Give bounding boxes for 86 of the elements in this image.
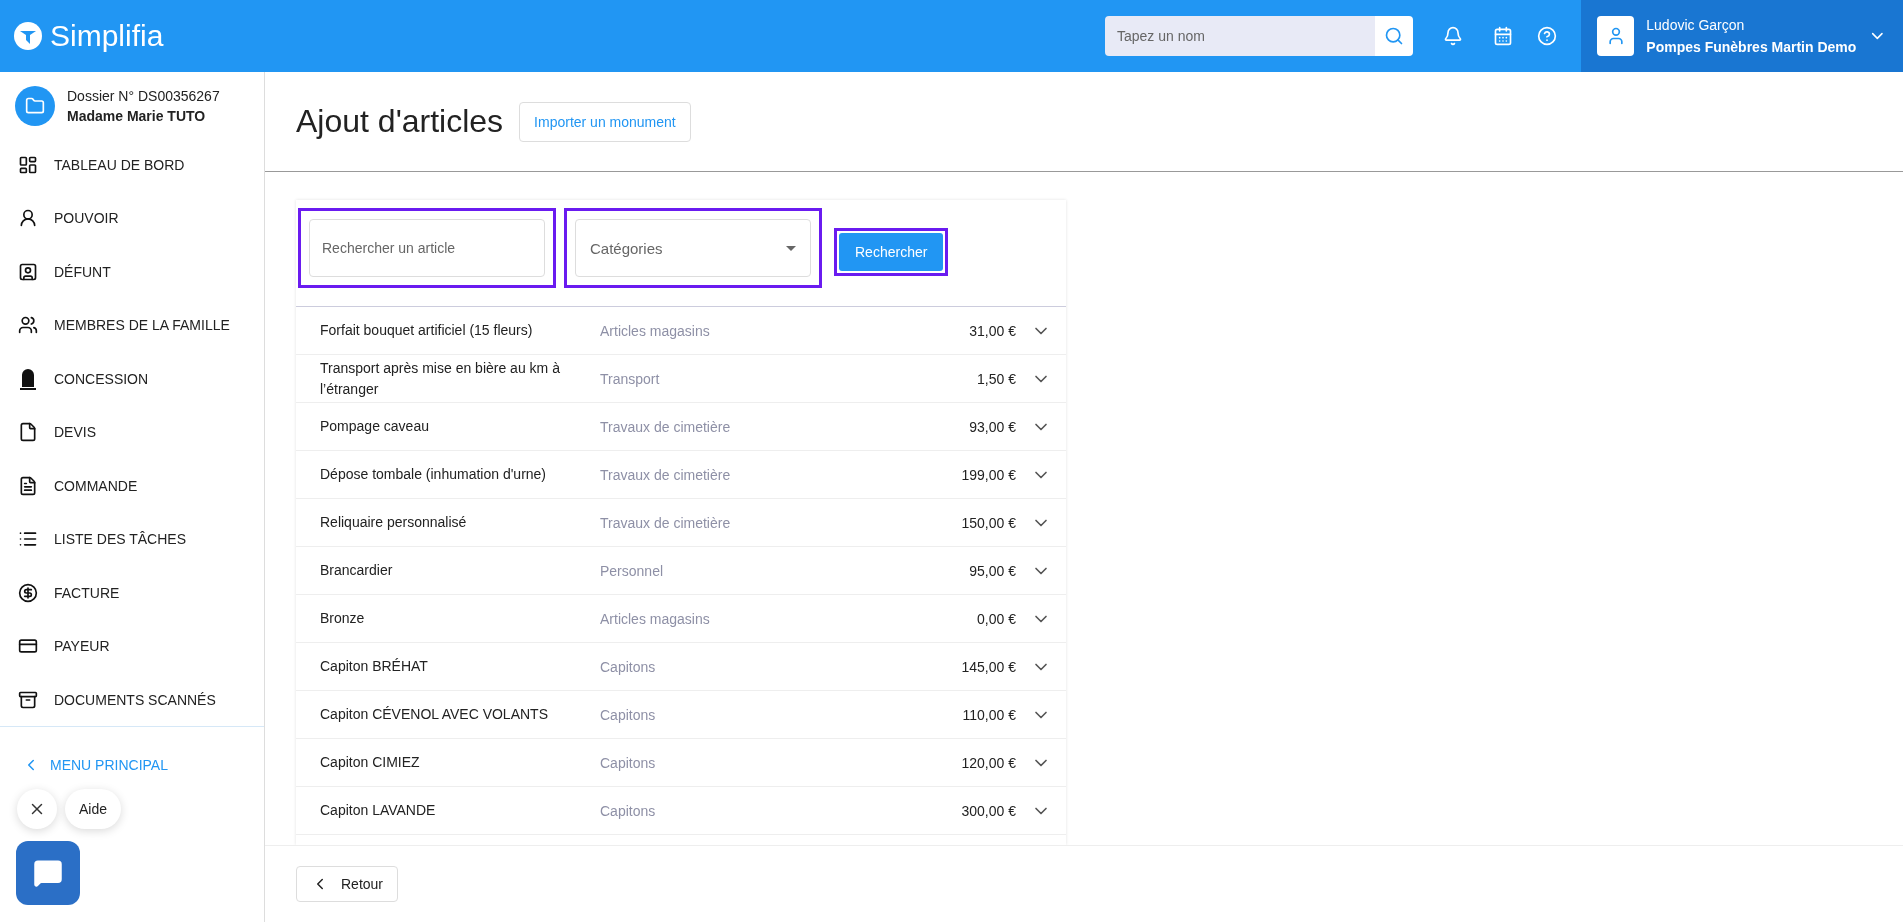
article-price: 199,00 € [960,466,1016,483]
article-name: Bronze [320,609,366,629]
sidebar-item[interactable]: POUVOIR [0,191,264,245]
article-price: 95,00 € [968,562,1016,579]
category-select[interactable]: Catégories [575,219,811,277]
archive-icon [18,689,38,710]
dossier-number: Dossier N° DS00356267 [67,88,220,104]
article-category: Personnel [600,562,665,579]
article-name: Capiton BRÉHAT [320,657,429,677]
article-price: 0,00 € [976,610,1016,627]
search-icon [1384,26,1404,46]
company-name: Pompes Funèbres Martin Demo [1646,39,1857,55]
search-button[interactable] [1375,16,1413,56]
article-price: 150,00 € [960,514,1016,531]
article-name: Dépose tombale (inhumation d'urne) [320,465,548,485]
article-price: 145,00 € [960,658,1016,675]
person-icon [18,208,38,229]
article-name: Reliquaire personnalisé [320,513,468,533]
client-name: Madame Marie TUTO [67,108,207,124]
user-icon [1597,16,1635,56]
article-name: Transport après mise en bière au km à l’étranger [320,359,561,399]
sidebar-item[interactable]: FACTURE [0,565,264,620]
help-chat-bubble[interactable]: Aide [65,788,122,829]
article-price: 93,00 € [968,418,1016,435]
article-name: Capiton CÉVENOL AVEC VOLANTS [320,705,549,725]
sidebar-item[interactable]: CONCESSION [0,351,264,406]
user-menu[interactable]: Ludovic Garçon Pompes Funèbres Martin Demo [1581,0,1903,72]
help-icon[interactable] [1537,26,1557,46]
page-title: Ajout d'articles [296,103,504,140]
dollar-icon [18,582,38,603]
back-button[interactable]: Retour [296,866,399,902]
article-price: 300,00 € [960,802,1016,819]
folder-icon [15,86,55,126]
article-row[interactable]: Brancardier Personnel 95,00 € [296,547,1066,595]
article-name: Capiton LAVANDE [320,801,437,821]
article-category: Capitons [600,802,657,819]
document-icon [18,475,38,496]
search-field[interactable]: Tapez un nom [1105,16,1375,56]
user-name: Ludovic Garçon [1646,17,1746,33]
chat-button[interactable] [16,840,80,905]
article-row[interactable]: Capiton BRÉHAT Capitons 145,00 € [296,643,1066,691]
logo-icon [14,22,42,50]
article-name: Forfait bouquet artificiel (15 fleurs) [320,321,534,341]
article-category: Transport [600,370,661,387]
file-icon [18,422,38,443]
sidebar-item[interactable]: TABLEAU DE BORD [0,138,264,192]
article-row[interactable]: Transport après mise en bière au km à l’étranger Transport 1,50 € [296,355,1066,403]
article-price: 31,00 € [968,322,1016,339]
article-category: Capitons [600,754,657,771]
people-icon [18,315,38,336]
article-row[interactable]: Capiton CIMIEZ Capitons 120,00 € [296,739,1066,787]
logo-text: Simplifia [50,19,164,53]
article-name: Capiton CIMIEZ [320,753,421,773]
article-category: Travaux de cimetière [600,418,732,435]
article-price: 120,00 € [960,754,1016,771]
dashboard-icon [18,154,38,175]
article-category: Travaux de cimetière [600,466,732,483]
article-search-field[interactable]: Rechercher un article [309,219,545,277]
bell-icon[interactable] [1443,26,1463,46]
article-row[interactable]: Reliquaire personnalisé Travaux de cimetière 150,00 € [296,499,1066,547]
calendar-icon[interactable] [1493,26,1513,46]
sidebar-item[interactable]: PAYEUR [0,619,264,673]
article-category: Articles magasins [600,610,711,627]
sidebar-item[interactable]: MEMBRES DE LA FAMILLE [0,298,264,352]
article-category: Articles magasins [600,322,711,339]
article-row[interactable]: Capiton LAVANDE Capitons 300,00 € [296,787,1066,835]
sidebar-item[interactable]: COMMANDE [0,458,264,513]
article-category: Travaux de cimetière [600,514,732,531]
article-row[interactable]: Capiton CÉVENOL AVEC VOLANTS Capitons 110,00 € [296,691,1066,739]
article-category: Capitons [600,658,657,675]
article-price: 110,00 € [961,706,1016,723]
article-row[interactable]: Pompage caveau Travaux de cimetière 93,00 € [296,403,1066,451]
article-row[interactable]: Bronze Articles magasins 0,00 € [296,595,1066,643]
sidebar-item[interactable]: DEVIS [0,405,264,459]
article-row[interactable]: Dépose tombale (inhumation d'urne) Travaux de cimetière 199,00 € [296,451,1066,499]
article-name: Pompage caveau [320,417,430,437]
sidebar-item[interactable]: DOCUMENTS SCANNÉS [0,672,264,727]
tombstone-icon [18,367,38,390]
close-button[interactable] [17,788,57,829]
sidebar-item[interactable]: LISTE DES TÂCHES [0,512,264,566]
contact-card-icon [18,261,38,282]
article-category: Capitons [600,706,657,723]
article-price: 1,50 € [976,370,1016,387]
sidebar-item[interactable]: DÉFUNT [0,244,264,299]
article-name: Brancardier [320,561,394,581]
article-row[interactable]: Forfait bouquet artificiel (15 fleurs) Articles magasins 31,00 € [296,307,1066,355]
